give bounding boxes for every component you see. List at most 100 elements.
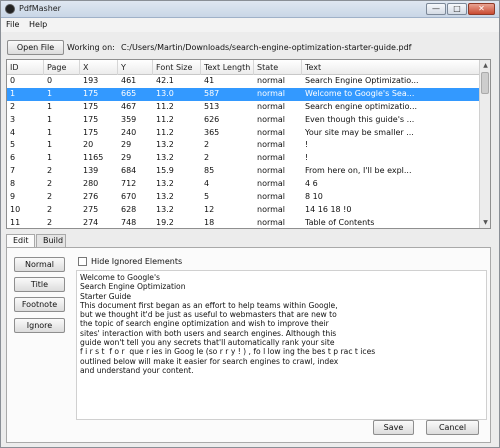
title-button[interactable]: Title (14, 277, 65, 292)
cell-x: 139 (83, 166, 99, 176)
footnote-button[interactable]: Footnote (14, 297, 65, 312)
cell-y: 29 (121, 140, 132, 150)
cancel-button[interactable]: Cancel (426, 420, 479, 435)
table-row[interactable]: 11 2 274 748 19.2 18 normal Table of Contents (7, 217, 480, 228)
cell-x: 193 (83, 76, 99, 85)
cell-y: 712 (121, 179, 137, 189)
element-text-area[interactable]: Welcome to Google's Search Engine Optimiz… (76, 270, 487, 420)
cell-state: normal (257, 192, 286, 202)
column-header-state[interactable]: State (254, 60, 302, 75)
cell-font-size: 42.1 (156, 76, 174, 85)
cell-id: 11 (10, 217, 21, 227)
table-row[interactable]: 7 2 139 684 15.9 85 normal From here on, I'll b… (7, 165, 480, 178)
table-row[interactable]: 9 2 276 670 13.2 5 normal 8 10 (7, 191, 480, 204)
table-row[interactable]: 8 2 280 712 13.2 4 normal 4 6 (7, 178, 480, 191)
cell-y: 684 (121, 166, 137, 176)
table-row[interactable]: 6 1 1165 29 13.2 2 normal! (7, 152, 480, 165)
ignore-button[interactable]: Ignore (14, 318, 65, 333)
cell-x: 275 (83, 204, 99, 214)
cell-state: normal (257, 166, 286, 176)
cell-state: normal (257, 88, 286, 98)
minimize-button[interactable]: — (426, 3, 446, 15)
cell-state: normal (257, 153, 286, 163)
cell-text: ! (305, 153, 309, 163)
cell-text: 8 10 (305, 192, 323, 202)
cell-id: 3 (10, 114, 16, 124)
table-row[interactable]: 3 1 175 359 11.2 626 normal Even though this gu… (7, 114, 480, 127)
cell-page: 2 (47, 179, 53, 189)
hide-ignored-checkbox[interactable] (78, 257, 87, 266)
table-row[interactable]: 4 1 175 240 11.2 365 normal Your site may be sm… (7, 127, 480, 140)
tab-build[interactable]: Build (36, 234, 66, 248)
text-line: This document first began as an effort t… (80, 300, 338, 310)
working-on-label: Working on: (67, 43, 115, 52)
column-header-font-size[interactable]: Font Size (153, 60, 201, 75)
column-header-x[interactable]: X (80, 60, 118, 75)
cell-text-length: 2 (204, 140, 210, 150)
cell-x: 280 (83, 179, 99, 189)
scroll-up-icon[interactable]: ▲ (480, 60, 490, 71)
working-file-path: C:/Users/Martin/Downloads/search-engine-… (121, 43, 412, 52)
text-line: f i r s t f o r que r ies in Goog le (so… (80, 347, 376, 357)
cell-page: 1 (47, 101, 53, 111)
cell-id: 7 (10, 166, 16, 176)
cell-text: 4 6 (305, 179, 318, 189)
cell-id: 5 (10, 140, 16, 150)
cell-page: 2 (47, 217, 53, 227)
cell-y: 240 (121, 127, 137, 137)
open-file-button[interactable]: Open File (7, 40, 64, 55)
column-header-text[interactable]: Text (302, 60, 480, 75)
cell-text: ! (305, 140, 309, 150)
table-scrollbar[interactable]: ▲ ▼ (479, 60, 490, 228)
text-line: but we thought it'd be just as useful to… (80, 310, 337, 320)
cell-y: 665 (121, 88, 137, 98)
maximize-button[interactable]: □ (447, 3, 467, 15)
cell-x: 175 (83, 101, 99, 111)
cell-page: 1 (47, 114, 53, 124)
cell-text: Search Engine Optimizatio... (305, 76, 419, 85)
cell-id: 6 (10, 153, 16, 163)
cell-text-length: 12 (204, 204, 215, 214)
cell-text-length: 85 (204, 166, 215, 176)
cell-id: 2 (10, 101, 16, 111)
close-button[interactable]: ✕ (468, 3, 495, 15)
save-button[interactable]: Save (373, 420, 414, 435)
cell-state: normal (257, 114, 286, 124)
window-title: PdfMasher (19, 4, 61, 13)
text-line: Starter Guide (80, 291, 132, 301)
cell-font-size: 11.2 (156, 114, 174, 124)
cell-font-size: 11.2 (156, 127, 174, 137)
normal-button[interactable]: Normal (14, 257, 65, 272)
table-row[interactable]: 5 1 20 29 13.2 2 normal! (7, 139, 480, 152)
column-header-text-length[interactable]: Text Length (201, 60, 254, 75)
cell-font-size: 11.2 (156, 101, 174, 111)
cell-page: 2 (47, 192, 53, 202)
table-row[interactable]: 10 2 275 628 13.2 12 normal 14 16 18 !0 (7, 204, 480, 217)
cell-font-size: 13.2 (156, 192, 174, 202)
menu-help[interactable]: Help (29, 20, 47, 29)
column-header-page[interactable]: Page (44, 60, 80, 75)
cell-text-length: 626 (204, 114, 220, 124)
cell-y: 748 (121, 217, 137, 227)
hide-ignored-label: Hide Ignored Elements (91, 257, 183, 266)
cell-id: 0 (10, 76, 16, 85)
cell-id: 8 (10, 179, 16, 189)
cell-text: Even though this guide's ... (305, 114, 415, 124)
cell-text-length: 2 (204, 153, 210, 163)
column-header-id[interactable]: ID (7, 60, 44, 75)
menu-file[interactable]: File (6, 20, 19, 29)
edit-panel: Normal Title Footnote Ignore Hide Ignore… (6, 247, 491, 443)
cell-text: Search engine optimizatio... (305, 101, 418, 111)
scrollbar-thumb[interactable] (481, 72, 489, 94)
scroll-down-icon[interactable]: ▼ (480, 217, 490, 228)
table-row[interactable]: 1 1 175 665 13.0 587 normal Welcome to Google's… (7, 87, 480, 101)
table-row[interactable]: 0 0 193 461 42.1 41 normal Search Engine Optimi… (7, 75, 480, 88)
cell-x: 20 (83, 140, 94, 150)
text-line: and understand your content. (80, 365, 194, 375)
column-header-y[interactable]: Y (118, 60, 153, 75)
cell-text-length: 513 (204, 101, 220, 111)
cell-font-size: 13.2 (156, 153, 174, 163)
text-line: the topic of search engine optimization … (80, 319, 329, 329)
table-row[interactable]: 2 1 175 467 11.2 513 normal Search engine optim… (7, 101, 480, 114)
cell-x: 175 (83, 114, 99, 124)
